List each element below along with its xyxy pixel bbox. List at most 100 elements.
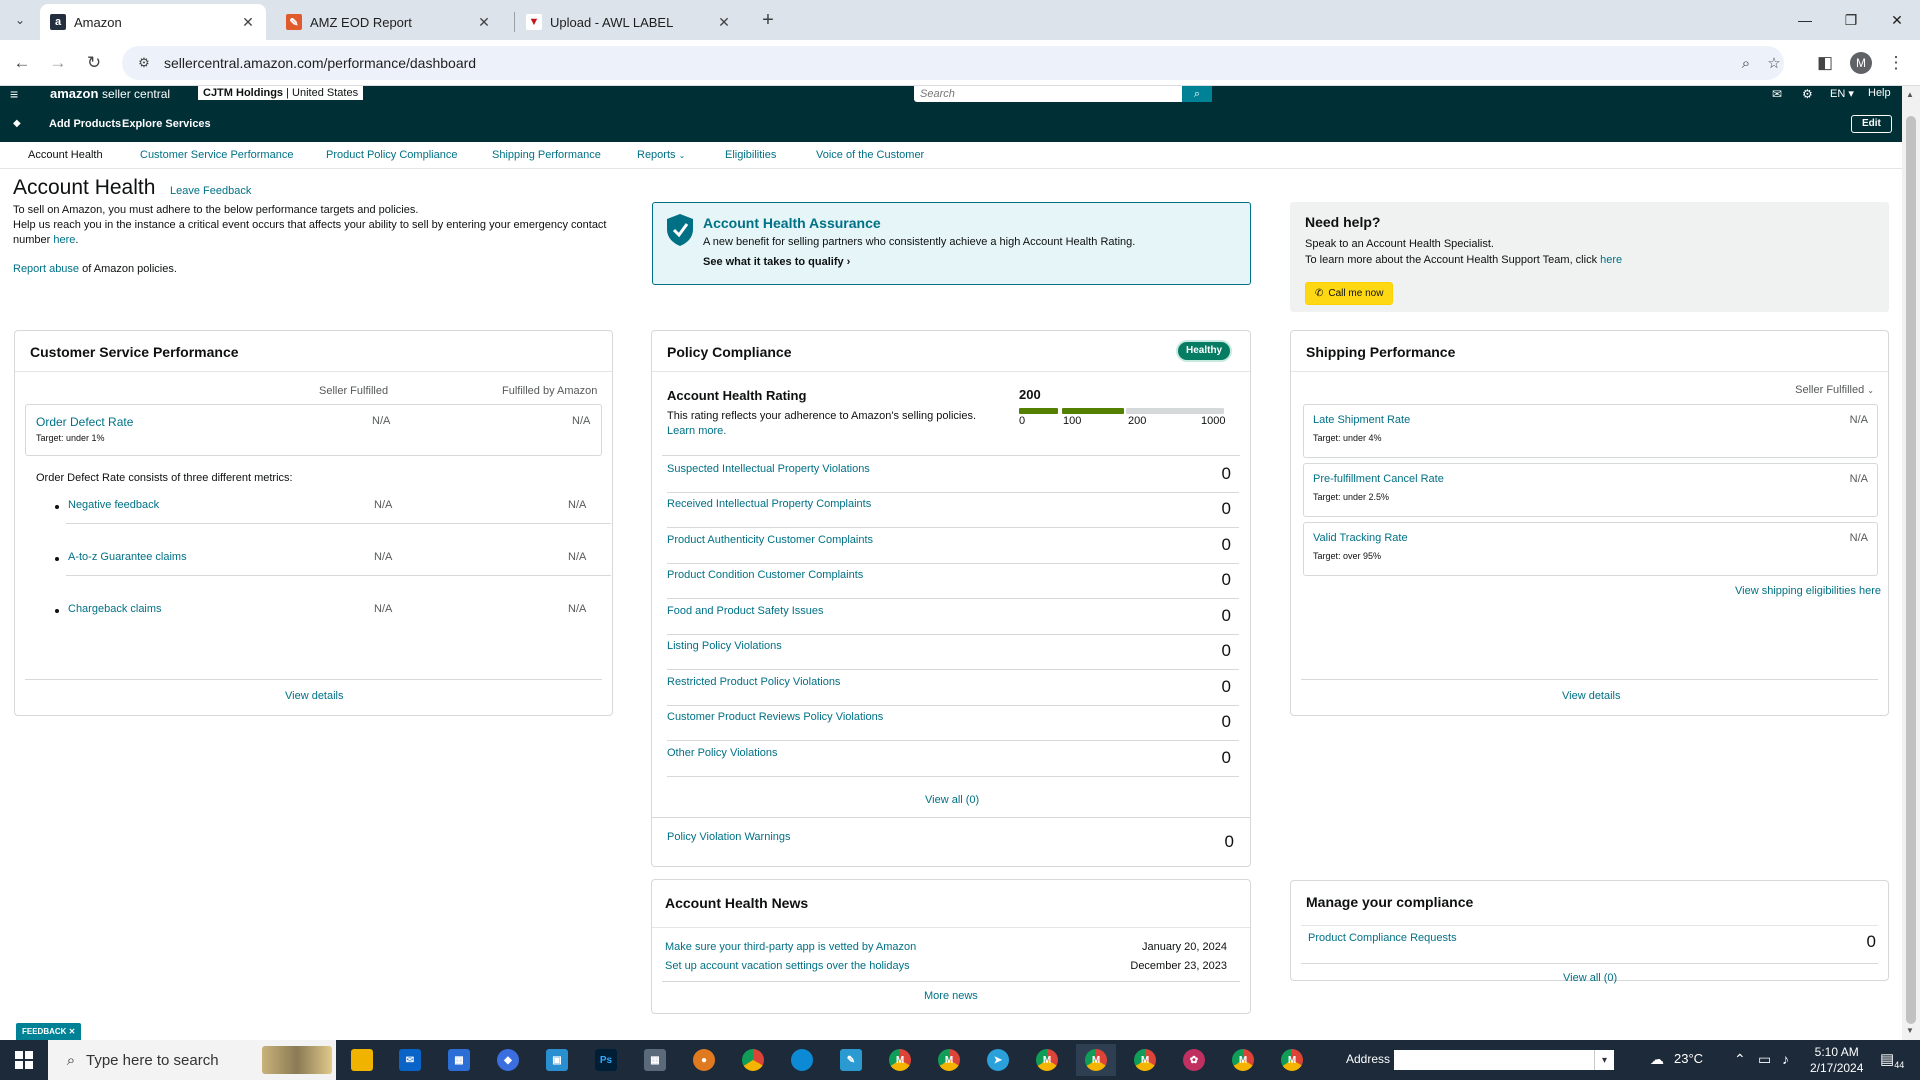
violation-link[interactable]: Customer Product Reviews Policy Violatio…	[667, 711, 883, 723]
app-icon[interactable]: ✿	[1174, 1044, 1214, 1076]
tab-voice-of-the-customer[interactable]: Voice of the Customer	[816, 149, 924, 161]
edge-icon[interactable]	[782, 1044, 822, 1076]
volume-icon[interactable]: ♪	[1782, 1051, 1789, 1067]
chrome-icon[interactable]	[733, 1044, 773, 1076]
support-team-link[interactable]: here	[1600, 254, 1622, 266]
browser-tab-upload-label[interactable]: ▼ Upload - AWL LABEL ✕	[516, 4, 742, 40]
network-icon[interactable]: ▭	[1758, 1051, 1771, 1068]
more-news-link[interactable]: More news	[924, 990, 978, 1002]
edit-bookmarks-button[interactable]: Edit	[1851, 115, 1892, 133]
close-tab-icon[interactable]: ✕	[240, 14, 256, 31]
mail-app-icon[interactable]: ✉	[390, 1044, 430, 1076]
sp-view-details-link[interactable]: View details	[1562, 690, 1621, 702]
mail-icon[interactable]: ✉	[1772, 87, 1782, 101]
shipping-eligibilities-link[interactable]: View shipping eligibilities here	[1735, 585, 1881, 597]
chevron-down-icon[interactable]: ▾	[1594, 1050, 1614, 1070]
violation-link[interactable]: Listing Policy Violations	[667, 640, 782, 652]
search-button[interactable]: ⌕	[1182, 86, 1212, 102]
address-bar[interactable]: ⚙ sellercentral.amazon.com/performance/d…	[122, 46, 1784, 80]
scrollbar-thumb[interactable]	[1906, 116, 1916, 1024]
app-icon[interactable]: ✎	[831, 1044, 871, 1076]
leave-feedback-link[interactable]: Leave Feedback	[170, 185, 251, 197]
compliance-view-all-link[interactable]: View all (0)	[1563, 972, 1617, 984]
weather-cloud-icon[interactable]: ☁	[1650, 1051, 1664, 1068]
policy-violation-warnings-link[interactable]: Policy Violation Warnings	[667, 831, 791, 843]
site-info-icon[interactable]: ⚙	[130, 55, 158, 71]
policy-view-all-link[interactable]: View all (0)	[925, 794, 979, 806]
bookmark-star-icon[interactable]: ☆	[1762, 51, 1786, 75]
close-tab-icon[interactable]: ✕	[716, 14, 732, 31]
report-abuse-link[interactable]: Report abuse	[13, 263, 79, 275]
negative-feedback-link[interactable]: Negative feedback	[68, 499, 159, 511]
tab-customer-service-performance[interactable]: Customer Service Performance	[140, 149, 293, 161]
page-scrollbar[interactable]: ▲ ▼	[1902, 86, 1920, 1040]
explore-services-link[interactable]: Explore Services	[122, 118, 211, 130]
restore-window-icon[interactable]: ❐	[1828, 0, 1874, 40]
qualify-link[interactable]: See what it takes to qualify ›	[703, 256, 850, 268]
app-icon[interactable]: ◆	[488, 1044, 528, 1076]
address-toolbar-input[interactable]	[1394, 1050, 1594, 1070]
chrome-profile-icon[interactable]: M	[1027, 1044, 1067, 1076]
news-link[interactable]: Set up account vacation settings over th…	[665, 960, 910, 972]
chrome-profile-icon[interactable]: M	[1125, 1044, 1165, 1076]
violation-link[interactable]: Restricted Product Policy Violations	[667, 676, 840, 688]
calculator-icon[interactable]: ▦	[635, 1044, 675, 1076]
taskbar-search-box[interactable]: ⌕ Type here to search	[48, 1040, 336, 1080]
violation-link[interactable]: Food and Product Safety Issues	[667, 605, 824, 617]
photoshop-icon[interactable]: Ps	[586, 1044, 626, 1076]
learn-more-link[interactable]: Learn more.	[667, 425, 726, 437]
show-hidden-icons-chevron-icon[interactable]: ⌃	[1734, 1051, 1746, 1068]
tab-product-policy-compliance[interactable]: Product Policy Compliance	[326, 149, 457, 161]
taskbar-clock[interactable]: 5:10 AM 2/17/2024	[1810, 1044, 1863, 1076]
violation-link[interactable]: Received Intellectual Property Complaint…	[667, 498, 871, 510]
tab-account-health[interactable]: Account Health	[28, 149, 103, 161]
feedback-tab[interactable]: FEEDBACK ✕	[16, 1023, 82, 1040]
violation-link[interactable]: Product Condition Customer Complaints	[667, 569, 863, 581]
cs-view-details-link[interactable]: View details	[285, 690, 344, 702]
emergency-contact-link[interactable]: here	[53, 234, 75, 246]
valid-tracking-rate-link[interactable]: Valid Tracking Rate	[1313, 532, 1408, 544]
app-icon[interactable]: ▣	[537, 1044, 577, 1076]
forward-arrow-icon[interactable]: →	[44, 49, 72, 77]
settings-gear-icon[interactable]: ⚙	[1802, 87, 1813, 101]
chrome-profile-icon[interactable]: M	[929, 1044, 969, 1076]
chrome-profile-icon[interactable]: M	[1076, 1044, 1116, 1076]
bookmark-icon[interactable]: ◆	[13, 118, 21, 129]
news-link[interactable]: Make sure your third-party app is vetted…	[665, 941, 916, 953]
tab-eligibilities[interactable]: Eligibilities	[725, 149, 776, 161]
new-tab-plus-icon[interactable]: +	[756, 8, 780, 32]
pre-fulfillment-cancel-rate-link[interactable]: Pre-fulfillment Cancel Rate	[1313, 473, 1444, 485]
chrome-profile-icon[interactable]: M	[1272, 1044, 1312, 1076]
side-panel-icon[interactable]: ◧	[1811, 49, 1839, 77]
close-window-icon[interactable]: ✕	[1874, 0, 1920, 40]
notification-center-icon[interactable]: ▤44	[1880, 1050, 1904, 1070]
back-arrow-icon[interactable]: ←	[8, 49, 36, 77]
account-switcher[interactable]: CJTM Holdings | United States	[198, 86, 364, 100]
late-shipment-rate-link[interactable]: Late Shipment Rate	[1313, 414, 1410, 426]
profile-avatar[interactable]: M	[1850, 52, 1872, 74]
browser-tab-amazon[interactable]: a Amazon ✕	[40, 4, 266, 40]
a-to-z-claims-link[interactable]: A-to-z Guarantee claims	[68, 551, 187, 563]
help-link[interactable]: Help	[1868, 87, 1891, 99]
order-defect-rate-link[interactable]: Order Defect Rate	[36, 415, 133, 429]
violation-link[interactable]: Other Policy Violations	[667, 747, 777, 759]
tab-search-chevron-icon[interactable]: ⌄	[8, 8, 32, 32]
chargeback-claims-link[interactable]: Chargeback claims	[68, 603, 162, 615]
url-text[interactable]: sellercentral.amazon.com/performance/das…	[164, 55, 476, 71]
language-selector[interactable]: EN ▾	[1830, 87, 1854, 100]
telegram-icon[interactable]: ➤	[978, 1044, 1018, 1076]
search-input[interactable]	[914, 86, 1182, 102]
chrome-profile-icon[interactable]: M	[880, 1044, 920, 1076]
minimize-window-icon[interactable]: —	[1782, 0, 1828, 40]
windows-start-icon[interactable]	[0, 1040, 48, 1080]
violation-link[interactable]: Product Authenticity Customer Complaints	[667, 534, 873, 546]
browser-menu-icon[interactable]: ⋮	[1882, 49, 1910, 77]
hamburger-menu-icon[interactable]: ≡	[10, 86, 18, 102]
close-tab-icon[interactable]: ✕	[476, 14, 492, 31]
store-icon[interactable]: ▦	[439, 1044, 479, 1076]
product-compliance-requests-link[interactable]: Product Compliance Requests	[1308, 932, 1457, 944]
reload-icon[interactable]: ↻	[80, 49, 108, 77]
add-products-link[interactable]: Add Products	[49, 118, 121, 130]
fulfillment-filter-dropdown[interactable]: Seller Fulfilled ⌄	[1795, 384, 1874, 396]
file-explorer-icon[interactable]	[342, 1044, 382, 1076]
